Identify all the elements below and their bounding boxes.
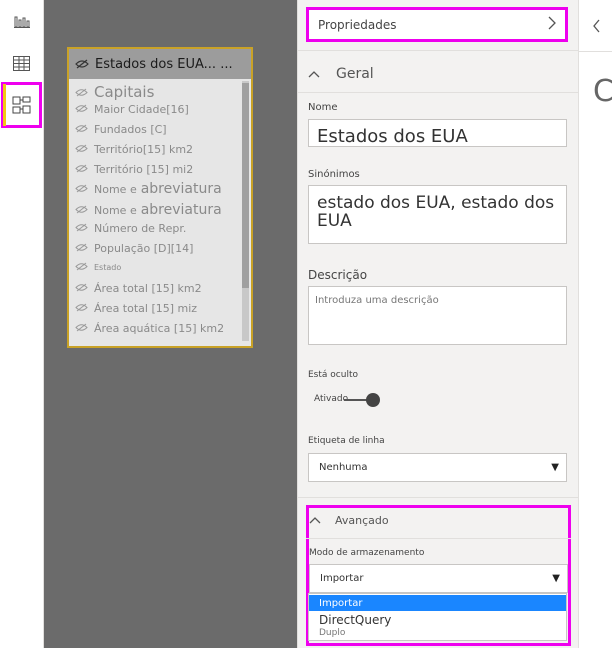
properties-title: Propriedades xyxy=(318,17,397,32)
storage-mode-label: Modo de armazenamento xyxy=(309,548,425,558)
scrollbar-thumb[interactable] xyxy=(242,83,249,288)
view-rail xyxy=(0,0,44,648)
description-field[interactable]: Introduza uma descrição xyxy=(308,286,567,345)
field-label: População [D][14] xyxy=(94,242,194,255)
hidden-eye-icon xyxy=(75,222,88,235)
collapsed-pane: C xyxy=(578,0,612,648)
chevron-right-icon[interactable] xyxy=(547,16,557,33)
field-label: Nome e xyxy=(94,182,137,196)
synonyms-field[interactable]: estado dos EUA, estado dos EUA xyxy=(308,185,567,244)
name-value: Estados dos EUA xyxy=(317,126,468,147)
field-item[interactable]: Número de Repr. xyxy=(75,222,186,235)
row-label-select[interactable]: Nenhuma ▼ xyxy=(308,453,567,482)
table-header[interactable]: Estados dos EUA... ... xyxy=(69,49,251,79)
data-view-icon xyxy=(13,55,30,71)
name-label: Nome xyxy=(308,102,338,113)
field-label: Capitais xyxy=(94,83,155,101)
row-label-value: Nenhuma xyxy=(319,462,368,473)
field-label: Território [15] mi2 xyxy=(94,163,194,176)
chevron-up-icon xyxy=(309,514,321,527)
field-item[interactable]: Capitais xyxy=(75,83,154,101)
field-item[interactable]: Área total [15] miz xyxy=(75,302,197,315)
field-label: Área total [15] miz xyxy=(94,302,198,315)
model-canvas[interactable]: Estados dos EUA... ... Capitais Maior Ci… xyxy=(44,0,297,648)
properties-header[interactable]: Propriedades xyxy=(306,7,568,42)
data-view-button[interactable] xyxy=(0,42,43,84)
option-dual[interactable]: Duplo xyxy=(309,628,566,638)
hidden-eye-icon xyxy=(75,83,88,101)
expand-pane-button[interactable] xyxy=(579,0,612,52)
general-section-header[interactable]: Geral xyxy=(308,66,374,82)
synonyms-value: estado dos EUA, estado dos EUA xyxy=(317,193,555,231)
divider xyxy=(306,538,571,539)
dropdown-caret-icon: ▼ xyxy=(552,573,560,584)
hidden-eye-icon xyxy=(75,183,88,196)
field-label: Área total [15] km2 xyxy=(94,282,202,295)
report-view-icon xyxy=(13,16,30,28)
pane-title-fragment: C xyxy=(593,74,612,109)
field-item[interactable]: Estado xyxy=(75,262,121,273)
hidden-eye-icon xyxy=(75,123,88,136)
properties-pane: Propriedades Geral Nome Estados dos EUA … xyxy=(297,0,579,648)
chevron-left-icon xyxy=(592,19,599,32)
dropdown-caret-icon: ▼ xyxy=(551,462,559,473)
table-name: Estados dos EUA... ... xyxy=(95,56,233,72)
storage-mode-select[interactable]: Importar ▼ xyxy=(309,564,568,593)
field-item[interactable]: Área total [15] km2 xyxy=(75,282,202,295)
divider xyxy=(298,497,579,498)
field-item[interactable]: Área aquática [15] km2 xyxy=(75,322,224,335)
field-label: abreviatura xyxy=(140,202,222,218)
field-list: Capitais Maior Cidade[16] Fundados [C] T… xyxy=(69,79,251,346)
hidden-eye-icon xyxy=(75,322,88,335)
hidden-eye-icon xyxy=(75,143,88,156)
field-item[interactable]: Fundados [C] xyxy=(75,123,167,136)
storage-mode-value: Importar xyxy=(320,573,364,584)
option-import[interactable]: Importar xyxy=(309,595,566,611)
toggle-knob[interactable] xyxy=(366,393,380,407)
name-field[interactable]: Estados dos EUA xyxy=(308,119,567,147)
hidden-eye-icon xyxy=(75,59,89,69)
field-label: Número de Repr. xyxy=(94,222,187,235)
hidden-eye-icon xyxy=(75,262,88,273)
field-label: Fundados [C] xyxy=(94,123,167,136)
field-item[interactable]: Nome e abreviatura xyxy=(75,202,222,218)
divider xyxy=(298,92,579,93)
field-item[interactable]: População [D][14] xyxy=(75,242,193,255)
hidden-label: Está oculto xyxy=(308,370,358,380)
field-label: abreviatura xyxy=(140,181,222,197)
model-view-icon xyxy=(12,96,30,114)
description-label: Descrição xyxy=(308,268,368,282)
field-label: Estado xyxy=(94,263,122,272)
description-placeholder: Introduza uma descrição xyxy=(315,295,439,306)
field-item[interactable]: Território[15] km2 xyxy=(75,143,193,156)
field-item[interactable]: Nome e abreviatura xyxy=(75,181,222,197)
hidden-eye-icon xyxy=(75,242,88,255)
advanced-section-title: Avançado xyxy=(335,514,389,527)
hidden-eye-icon xyxy=(75,103,88,116)
field-item[interactable]: Território [15] mi2 xyxy=(75,163,193,176)
storage-mode-dropdown: Importar DirectQuery Duplo xyxy=(308,593,567,641)
option-directquery[interactable]: DirectQuery xyxy=(309,613,566,627)
model-view-button[interactable] xyxy=(1,82,42,128)
report-view-button[interactable] xyxy=(0,0,43,42)
divider xyxy=(298,50,579,51)
hidden-toggle-text: Ativado xyxy=(314,394,349,404)
advanced-section-header[interactable]: Avançado xyxy=(309,514,389,527)
hidden-eye-icon xyxy=(75,282,88,295)
field-label: Área aquática [15] km2 xyxy=(94,322,225,335)
synonyms-label: Sinónimos xyxy=(308,169,360,180)
row-label-label: Etiqueta de linha xyxy=(308,436,385,446)
chevron-up-icon xyxy=(308,66,320,82)
hidden-eye-icon xyxy=(75,204,88,217)
hidden-eye-icon xyxy=(75,302,88,315)
general-section-title: Geral xyxy=(336,66,374,82)
field-label: Território[15] km2 xyxy=(94,143,194,156)
table-card[interactable]: Estados dos EUA... ... Capitais Maior Ci… xyxy=(67,47,253,348)
field-label: Nome e xyxy=(94,203,137,217)
field-item[interactable]: Maior Cidade[16] xyxy=(75,103,189,116)
hidden-eye-icon xyxy=(75,163,88,176)
field-label: Maior Cidade[16] xyxy=(94,103,189,116)
